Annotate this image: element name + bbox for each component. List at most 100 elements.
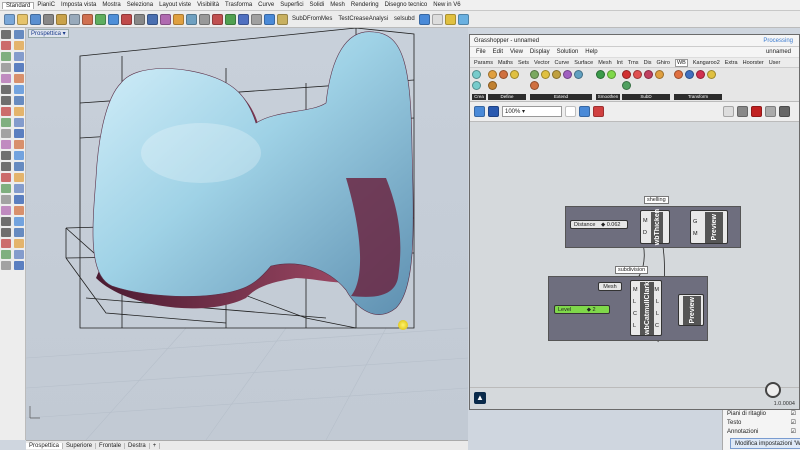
options-icon[interactable] [238, 13, 249, 25]
zoom-extents-icon[interactable] [147, 13, 158, 25]
open-icon[interactable] [474, 106, 485, 117]
wire-icon[interactable] [431, 13, 443, 25]
subd-icon[interactable] [622, 70, 631, 79]
port-lock[interactable]: L [633, 323, 636, 329]
toolbar-tab-mesh[interactable]: Mesh [327, 2, 348, 8]
left-tool-icon[interactable] [1, 239, 11, 248]
preview-component-shelling[interactable]: G M Preview [690, 210, 728, 244]
component-tab-trns[interactable]: Trns [628, 60, 639, 66]
left-tool-icon[interactable] [1, 206, 11, 215]
port-corners[interactable]: C [633, 311, 637, 317]
toolbar-tab-disegno-tecnico[interactable]: Disegno tecnico [382, 2, 431, 8]
define-icon[interactable] [510, 70, 519, 79]
port-material[interactable]: M [693, 231, 698, 237]
component-tab-wb[interactable]: WB [674, 58, 688, 67]
select-subd-command[interactable]: selsubd [394, 16, 415, 22]
left-tool-icon[interactable] [14, 52, 24, 61]
grid-icon[interactable] [457, 13, 469, 25]
viewport-tab-frontale[interactable]: Frontale [96, 442, 126, 449]
toolbar-tab-rendering[interactable]: Rendering [348, 2, 382, 8]
left-tool-icon[interactable] [14, 261, 24, 270]
component-tab-sets[interactable]: Sets [518, 60, 529, 66]
menu-display[interactable]: Display [530, 49, 550, 55]
left-tool-icon[interactable] [1, 30, 11, 39]
port-level[interactable]: L [633, 299, 636, 305]
left-tool-icon[interactable] [1, 184, 11, 193]
properties-icon[interactable] [212, 13, 223, 25]
extend-icon[interactable] [530, 81, 539, 90]
transform-icon[interactable] [674, 70, 683, 79]
preview-wire-icon[interactable] [737, 106, 748, 117]
mesh-param[interactable]: Mesh [598, 282, 622, 291]
port-out-l[interactable]: L [656, 299, 659, 305]
left-tool-icon[interactable] [14, 195, 24, 204]
left-tool-icon[interactable] [1, 261, 11, 270]
viewport-tab-destra[interactable]: Destra [125, 442, 150, 449]
print-icon[interactable] [43, 13, 54, 25]
property-checkbox[interactable]: ☑ [791, 410, 796, 419]
left-tool-icon[interactable] [14, 74, 24, 83]
toolbar-tab-superfici[interactable]: Superfici [277, 2, 306, 8]
left-tool-icon[interactable] [1, 85, 11, 94]
left-tool-icon[interactable] [1, 140, 11, 149]
subd-icon[interactable] [622, 81, 631, 90]
toolbar-tab-imposta-vista[interactable]: Imposta vista [58, 2, 99, 8]
level-slider[interactable]: Level ◆ 2 [554, 305, 610, 314]
left-tool-icon[interactable] [1, 96, 11, 105]
rotate-view-icon[interactable] [108, 13, 119, 25]
crea-icon[interactable] [472, 70, 481, 79]
left-tool-icon[interactable] [14, 107, 24, 116]
cube-icon[interactable] [418, 13, 430, 25]
wbcatmullclark-component[interactable]: M L C L wbCatmullClark M L L C [630, 280, 662, 336]
zoom-extents-icon[interactable] [565, 106, 576, 117]
menu-edit[interactable]: Edit [493, 49, 503, 55]
left-tool-icon[interactable] [14, 173, 24, 182]
component-tab-dis[interactable]: Dis [644, 60, 652, 66]
left-tool-icon[interactable] [1, 162, 11, 171]
port-out-mesh[interactable]: M [654, 287, 659, 293]
port-mesh[interactable]: M [643, 218, 648, 224]
property-checkbox[interactable]: ☑ [791, 428, 796, 437]
left-tool-icon[interactable] [14, 250, 24, 259]
add-viewport-tab-icon[interactable]: + [150, 442, 161, 449]
sketch-icon[interactable] [593, 106, 604, 117]
port-mesh[interactable]: M [633, 287, 638, 293]
component-tab-surface[interactable]: Surface [574, 60, 593, 66]
test-crease-analysis-command[interactable]: TestCreaseAnalysi [338, 16, 388, 22]
viewport-tab-prospettica[interactable]: Prospettica [26, 442, 64, 449]
light-icon[interactable] [173, 13, 184, 25]
left-tool-icon[interactable] [1, 129, 11, 138]
left-tool-icon[interactable] [14, 151, 24, 160]
component-tab-kangaroo2[interactable]: Kangaroo2 [693, 60, 720, 66]
port-out-c[interactable]: C [655, 323, 659, 329]
left-tool-icon[interactable] [1, 250, 11, 259]
layer-icon[interactable] [199, 13, 210, 25]
subd-icon[interactable] [644, 70, 653, 79]
component-tab-user[interactable]: User [769, 60, 781, 66]
extend-icon[interactable] [530, 70, 539, 79]
left-tool-icon[interactable] [14, 162, 24, 171]
zoom-window-icon[interactable] [134, 13, 145, 25]
menu-solution[interactable]: Solution [557, 49, 579, 55]
left-tool-icon[interactable] [1, 63, 11, 72]
component-tab-maths[interactable]: Maths [498, 60, 513, 66]
component-tab-vector[interactable]: Vector [534, 60, 550, 66]
left-tool-icon[interactable] [1, 74, 11, 83]
transform-icon[interactable] [696, 70, 705, 79]
navigation-wheel-icon[interactable] [765, 382, 781, 398]
help-icon[interactable] [251, 13, 262, 25]
left-tool-icon[interactable] [14, 85, 24, 94]
smoothen-icon[interactable] [596, 70, 605, 79]
open-file-icon[interactable] [17, 13, 28, 25]
toolbar-tab-new-in-v6[interactable]: New in V6 [430, 2, 463, 8]
left-tool-icon[interactable] [14, 206, 24, 215]
viewport-label[interactable]: Prospettica ▾ [28, 29, 69, 38]
display-mode-icon[interactable] [186, 13, 197, 25]
toolbar-tab-layout-viste[interactable]: Layout viste [156, 2, 194, 8]
transform-icon[interactable] [707, 70, 716, 79]
left-tool-icon[interactable] [14, 118, 24, 127]
transform-icon[interactable] [685, 70, 694, 79]
undo-icon[interactable] [82, 13, 93, 25]
left-tool-icon[interactable] [1, 173, 11, 182]
toolbar-tab-trasforma[interactable]: Trasforma [222, 2, 255, 8]
